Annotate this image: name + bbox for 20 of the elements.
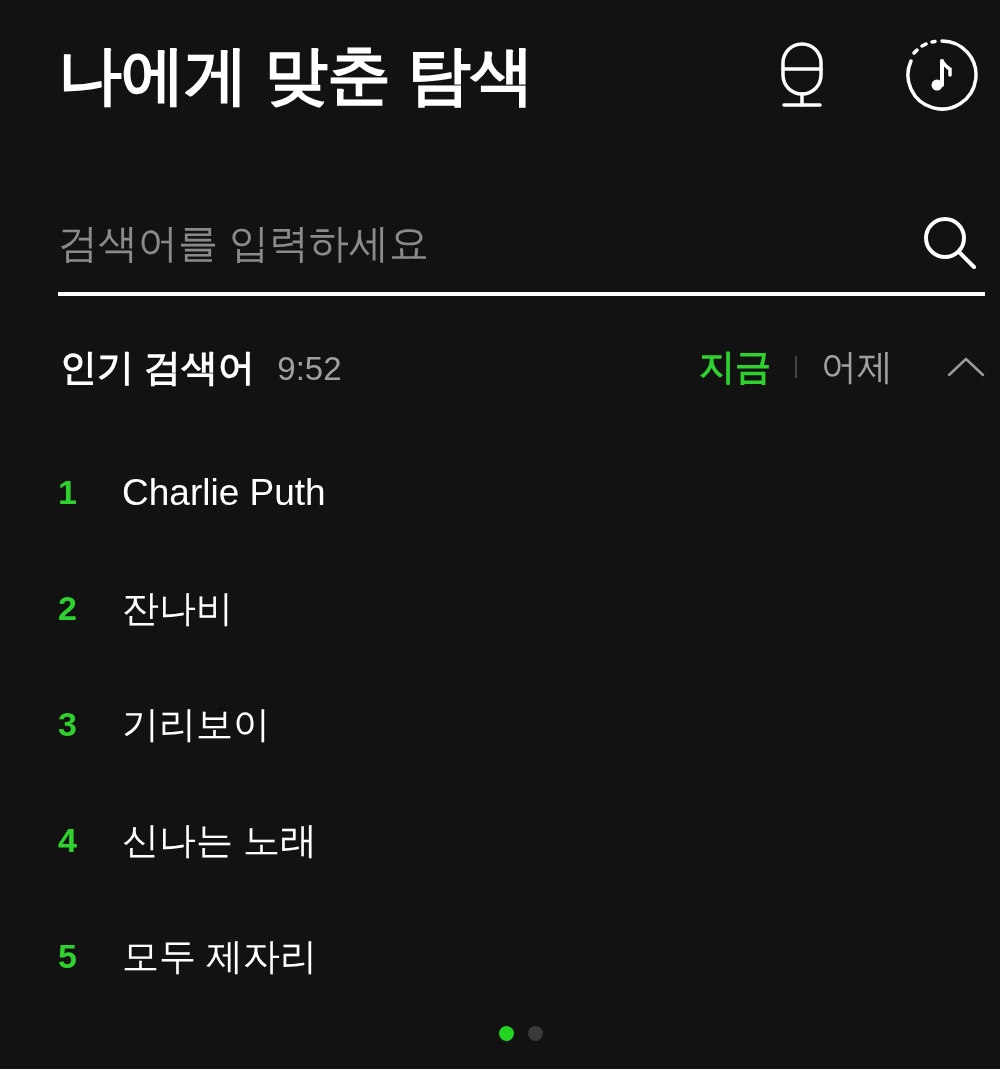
period-tab[interactable]: 어제 bbox=[821, 349, 893, 385]
period-tab[interactable]: 지금 bbox=[699, 349, 771, 385]
rank-number: 4 bbox=[58, 823, 78, 857]
update-time: 9:52 bbox=[277, 351, 342, 385]
rank-number: 3 bbox=[58, 707, 78, 741]
search-term[interactable]: 신나는 노래 bbox=[122, 821, 318, 859]
search-term[interactable]: Charlie Puth bbox=[122, 473, 326, 511]
search-icon[interactable] bbox=[923, 216, 977, 270]
rank-number: 5 bbox=[58, 939, 78, 973]
music-note-circle-icon[interactable] bbox=[906, 39, 978, 111]
search-term[interactable]: 잔나비 bbox=[122, 589, 233, 627]
chevron-up-icon[interactable] bbox=[947, 357, 985, 377]
section-title: 인기 검색어 bbox=[60, 348, 256, 386]
microphone-icon[interactable] bbox=[780, 42, 824, 108]
search-term[interactable]: 모두 제자리 bbox=[122, 937, 318, 975]
rank-number: 1 bbox=[58, 475, 78, 509]
rank-number: 2 bbox=[58, 591, 78, 625]
search-field[interactable]: 검색어를 입력하세요 bbox=[58, 216, 758, 270]
page-title: 나에게 맞춘 탐색 bbox=[58, 43, 533, 107]
search-term[interactable]: 기리보이 bbox=[122, 705, 270, 743]
